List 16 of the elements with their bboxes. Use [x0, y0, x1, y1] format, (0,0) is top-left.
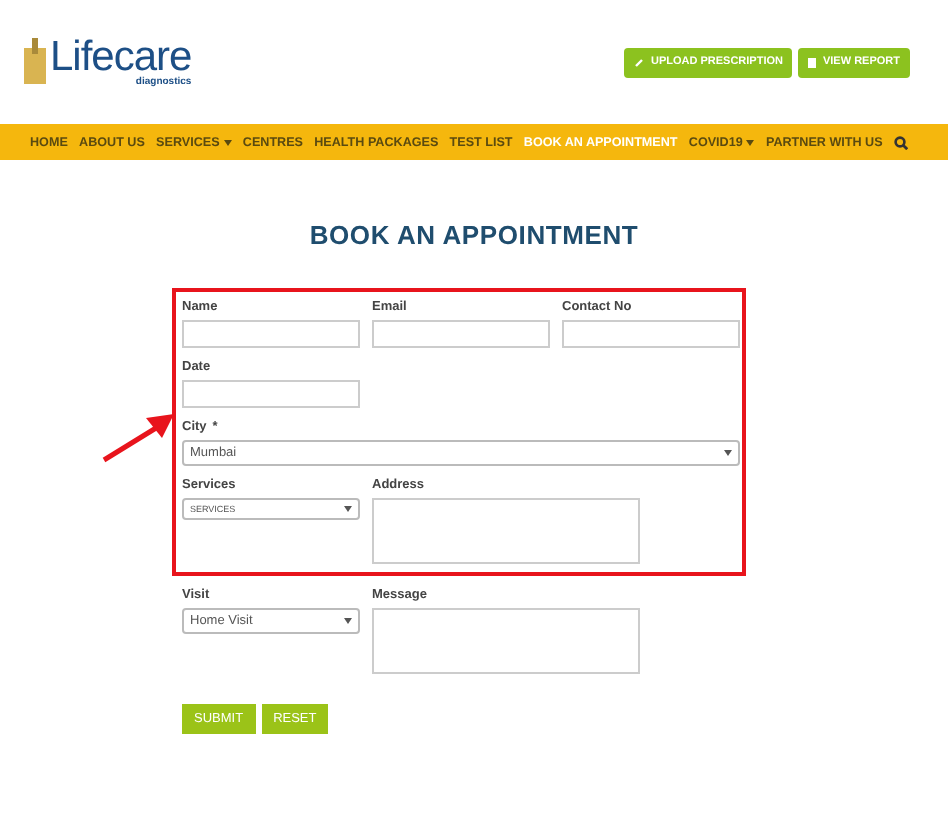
caret-icon: [724, 450, 732, 456]
logo-name: Lifecare: [50, 37, 192, 77]
text-field[interactable]: [182, 320, 360, 348]
caret-icon: [746, 139, 755, 145]
text-area[interactable]: [372, 498, 640, 564]
logo-icon: [24, 37, 46, 83]
caret-icon: [223, 139, 232, 145]
text-field[interactable]: [182, 380, 360, 408]
page-title: BOOK AN APPOINTMENT: [307, 220, 641, 250]
text-area[interactable]: [372, 608, 640, 674]
search-icon[interactable]: [893, 135, 908, 149]
caret-icon: [344, 618, 352, 624]
file-icon: [808, 57, 817, 67]
text-field[interactable]: [562, 320, 740, 348]
caret-icon: [344, 506, 352, 512]
text-field[interactable]: [372, 320, 550, 348]
